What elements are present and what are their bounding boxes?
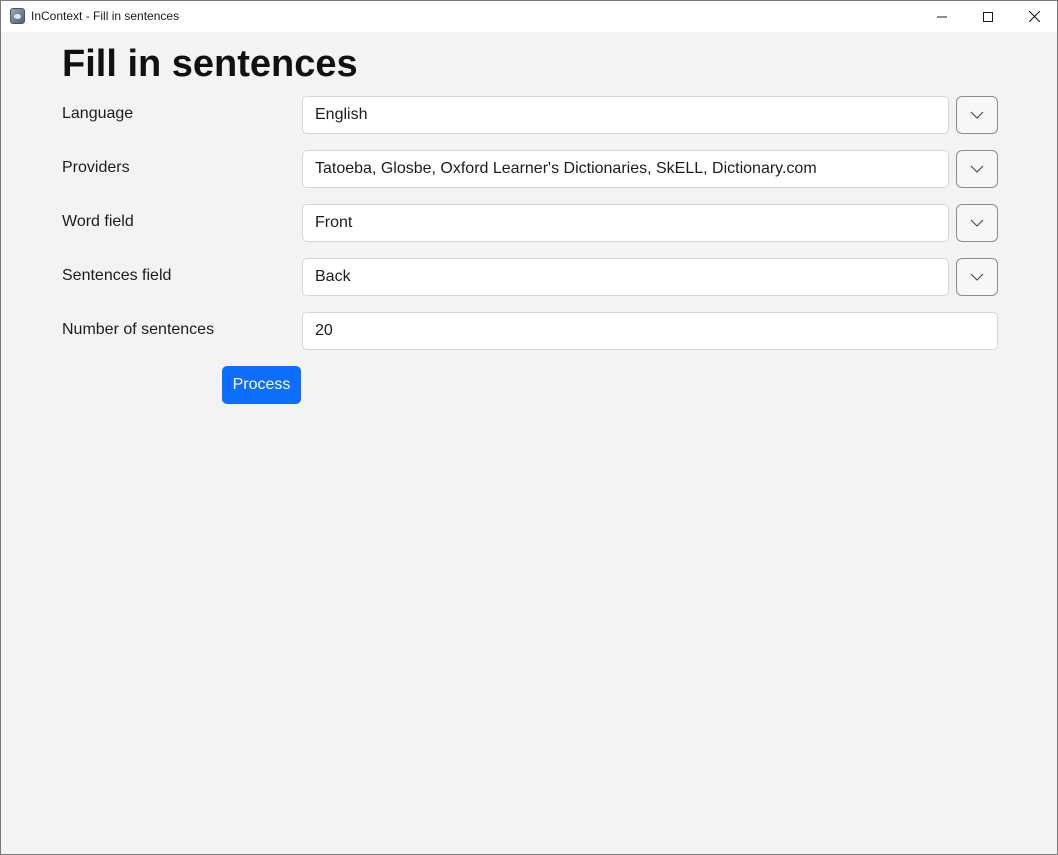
minimize-icon xyxy=(937,16,947,17)
language-dropdown-button[interactable] xyxy=(956,96,998,134)
maximize-icon xyxy=(983,11,993,22)
chevron-down-icon xyxy=(970,111,984,119)
number-of-sentences-input[interactable]: 20 xyxy=(302,312,998,350)
chevron-down-icon xyxy=(970,219,984,227)
language-label: Language xyxy=(62,105,134,122)
sentences-field-label: Sentences field xyxy=(62,267,172,284)
close-button[interactable] xyxy=(1011,1,1057,32)
providers-select[interactable]: Tatoeba, Glosbe, Oxford Learner's Dictio… xyxy=(302,150,949,188)
word-field-dropdown-button[interactable] xyxy=(956,204,998,242)
close-icon xyxy=(1028,11,1040,22)
minimize-button[interactable] xyxy=(919,1,965,32)
process-button[interactable]: Process xyxy=(222,366,301,404)
number-of-sentences-label: Number of sentences xyxy=(62,321,215,338)
window-title: InContext - Fill in sentences xyxy=(31,9,180,23)
chevron-down-icon xyxy=(970,273,984,281)
providers-dropdown-button[interactable] xyxy=(956,150,998,188)
providers-label: Providers xyxy=(62,159,130,176)
app-logo-icon xyxy=(10,8,25,24)
chevron-down-icon xyxy=(970,165,984,173)
app-window: InContext - Fill in sentences Fill in se… xyxy=(0,0,1058,855)
maximize-button[interactable] xyxy=(965,1,1011,32)
word-field-label: Word field xyxy=(62,213,134,230)
page-title: Fill in sentences xyxy=(62,43,358,85)
word-field-select[interactable]: Front xyxy=(302,204,949,242)
language-select[interactable]: English xyxy=(302,96,949,134)
sentences-field-dropdown-button[interactable] xyxy=(956,258,998,296)
title-bar[interactable]: InContext - Fill in sentences xyxy=(1,1,1057,32)
sentences-field-select[interactable]: Back xyxy=(302,258,949,296)
